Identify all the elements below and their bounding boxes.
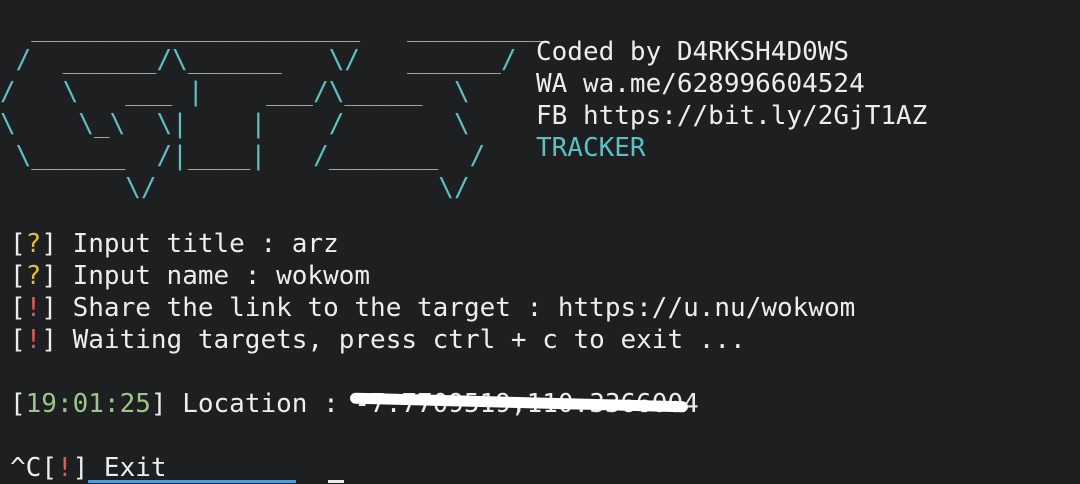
question-mark-icon: ? <box>25 229 42 259</box>
credit-whatsapp: WA wa.me/628996604524 <box>536 69 865 99</box>
waiting-text: Waiting targets, press ctrl + c to exit … <box>56 325 746 355</box>
exclamation-icon: ! <box>25 293 42 323</box>
input-name-text: Input name : wokwom <box>56 261 371 291</box>
prompt-input-name: [?] Input name : wokwom <box>10 260 370 292</box>
credit-facebook: FB https://bit.ly/2GjT1AZ <box>536 101 928 131</box>
selection-underline <box>88 480 296 483</box>
bracket-open: [ <box>10 229 26 259</box>
exclamation-icon: ! <box>25 325 42 355</box>
prompt-input-title: [?] Input title : arz <box>10 228 339 260</box>
waiting-line: [!] Waiting targets, press ctrl + c to e… <box>10 324 746 356</box>
location-label: Location : <box>166 389 355 419</box>
exit-text: Exit <box>88 453 167 483</box>
share-link-text[interactable]: Share the link to the target : https://u… <box>57 293 856 323</box>
bracket-open: [ <box>10 389 26 419</box>
bracket-close: ] <box>41 325 57 355</box>
credits-block: Coded by D4RKSH4D0WS WA wa.me/6289966045… <box>536 36 927 164</box>
bracket-close: ] <box>72 453 89 483</box>
location-line: [19:01:25] Location : -7.7709519,110.336… <box>10 388 699 420</box>
bracket-open: [ <box>10 325 26 355</box>
bracket-close: ] <box>41 229 57 259</box>
timestamp: 19:01:25 <box>25 389 151 419</box>
bracket-open: [ <box>41 453 57 483</box>
bracket-open: [ <box>10 261 26 291</box>
input-title-text: Input title : arz <box>56 229 339 259</box>
gps-ascii-banner: _____________________ _________ / ______… <box>0 13 548 203</box>
exclamation-icon: ! <box>56 453 73 483</box>
terminal-window[interactable]: _____________________ _________ / ______… <box>0 0 1080 484</box>
share-link-line: [!] Share the link to the target : https… <box>10 292 855 324</box>
ctrl-c-echo: ^C <box>10 453 42 483</box>
text-cursor <box>328 480 344 483</box>
credit-tracker: TRACKER <box>536 133 646 163</box>
bracket-close: ] <box>41 261 57 291</box>
question-mark-icon: ? <box>25 261 42 291</box>
credit-coded-by: Coded by D4RKSH4D0WS <box>536 37 850 67</box>
bracket-close: ] <box>150 389 167 419</box>
location-coordinates: -7.7709519,110.3366004 <box>350 388 699 420</box>
bracket-close: ] <box>41 293 57 323</box>
bracket-open: [ <box>10 293 26 323</box>
